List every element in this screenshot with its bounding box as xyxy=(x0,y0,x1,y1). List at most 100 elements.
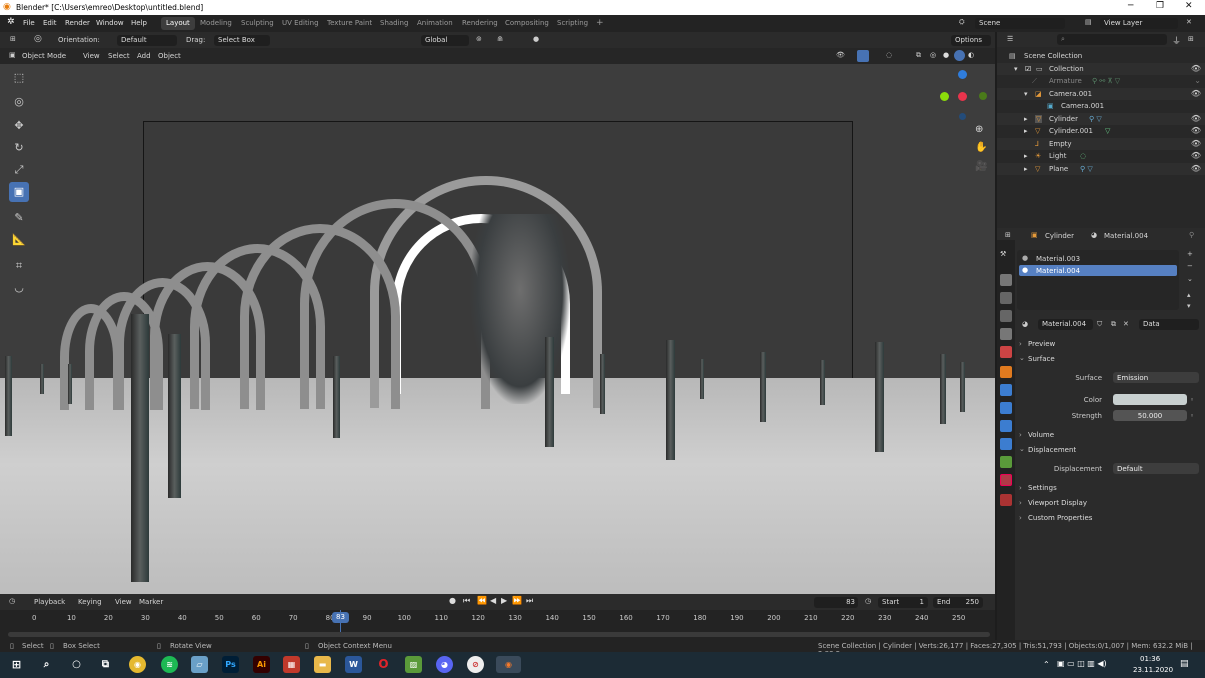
outliner-row-light[interactable]: ▸ ☀ Light ◌ 👁 xyxy=(997,150,1205,163)
app-grid-icon[interactable]: ▦ xyxy=(283,656,300,673)
orientation-dropdown[interactable]: Default xyxy=(117,35,177,46)
move-slot-down-icon[interactable]: ▾ xyxy=(1187,302,1191,310)
transform-tool-icon[interactable]: ▣ xyxy=(9,182,29,202)
options-dropdown[interactable]: Options xyxy=(951,35,991,46)
custom-properties-chevron-icon[interactable]: › xyxy=(1019,514,1022,522)
select-tool-icon[interactable]: ⬚ xyxy=(9,68,29,88)
neg-x-axis-icon[interactable] xyxy=(979,92,987,100)
view-layer-selector[interactable]: View Layer xyxy=(1100,18,1178,29)
outliner-editor-icon[interactable]: ☰ xyxy=(1007,35,1013,43)
scene-tab-icon[interactable] xyxy=(1000,328,1012,340)
word-icon[interactable]: W xyxy=(345,656,362,673)
pan-hand-icon[interactable]: ✋ xyxy=(975,142,987,153)
volume-chevron-icon[interactable]: › xyxy=(1019,431,1022,439)
neg-z-axis-icon[interactable] xyxy=(959,113,966,120)
eye-icon[interactable]: 👁 xyxy=(1191,164,1201,173)
timeline[interactable]: ◷ Playback Keying View Marker ● ⏮ ⏪ ◀ ▶ … xyxy=(0,594,995,640)
expand-chevron-icon[interactable]: ⌄ xyxy=(1194,76,1201,85)
outliner-row-plane[interactable]: ▸ ▽ Plane ⚲ ▽ 👁 xyxy=(997,162,1205,175)
slot-menu-icon[interactable]: ⌄ xyxy=(1187,275,1193,283)
texture-tab-icon[interactable] xyxy=(1000,494,1012,506)
camera-view-icon[interactable]: 🎥 xyxy=(975,161,987,172)
expand-icon[interactable]: ▾ xyxy=(1024,90,1028,98)
viewport-display-chevron-icon[interactable]: › xyxy=(1019,499,1022,507)
remove-slot-icon[interactable]: − xyxy=(1187,262,1193,270)
visibility-icon[interactable]: 👁 xyxy=(836,51,845,59)
tab-shading[interactable]: Shading xyxy=(375,17,413,30)
add-slot-icon[interactable]: + xyxy=(1187,250,1193,258)
outliner-search[interactable]: ⌕ xyxy=(1057,34,1167,45)
cortana-icon[interactable]: ○ xyxy=(68,656,85,673)
search-icon[interactable]: ⌕ xyxy=(38,656,55,673)
material-shading-icon[interactable] xyxy=(954,50,965,61)
rotate-tool-icon[interactable]: ↻ xyxy=(9,138,29,158)
drag-dropdown[interactable]: Select Box xyxy=(214,35,270,46)
navigation-gizmo[interactable] xyxy=(939,70,989,120)
unlink-icon[interactable]: ✕ xyxy=(1123,320,1129,328)
pin-icon[interactable]: ⚲ xyxy=(1189,231,1194,239)
volume-section[interactable]: Volume xyxy=(1028,431,1054,439)
z-axis-icon[interactable] xyxy=(958,70,967,79)
material-slot-row-active[interactable]: ● Material.004 xyxy=(1019,265,1177,276)
properties-editor[interactable]: ⊞ ▣ Cylinder ◕ Material.004 ⚲ ⚒ ● Materi… xyxy=(997,228,1205,640)
outliner-row-camera-data[interactable]: ▣ Camera.001 xyxy=(997,100,1205,113)
timeline-scrollbar[interactable] xyxy=(8,632,990,637)
new-collection-icon[interactable]: ⊞ xyxy=(1188,35,1194,43)
duplicate-icon[interactable]: ⧉ xyxy=(1111,320,1116,329)
app-circle-icon[interactable]: ⊘ xyxy=(467,656,484,673)
opera-icon[interactable]: O xyxy=(375,656,392,673)
scale-tool-icon[interactable]: ⤢ xyxy=(9,160,29,180)
active-tool-icon[interactable]: ◎ xyxy=(34,34,42,44)
output-tab-icon[interactable] xyxy=(1000,292,1012,304)
menu-help[interactable]: Help xyxy=(131,19,147,27)
surface-section[interactable]: Surface xyxy=(1028,355,1055,363)
strength-field[interactable]: 50.000 xyxy=(1113,410,1187,421)
add-cube-tool-icon[interactable]: ⌗ xyxy=(9,256,29,276)
illustrator-icon[interactable]: Ai xyxy=(253,656,270,673)
viewport-menu-select[interactable]: Select xyxy=(108,52,130,60)
surface-shader-field[interactable]: Emission xyxy=(1113,372,1199,383)
world-tab-icon[interactable] xyxy=(1000,346,1012,358)
move-tool-icon[interactable]: ✥ xyxy=(9,116,29,136)
pivot-point-icon[interactable]: ⊚ xyxy=(476,35,482,43)
add-workspace-button[interactable]: + xyxy=(591,16,609,29)
viewport-display-section[interactable]: Viewport Display xyxy=(1028,499,1087,507)
wireframe-shading-icon[interactable]: ◎ xyxy=(930,51,936,59)
maximize-button[interactable]: ❐ xyxy=(1156,1,1164,11)
tab-layout[interactable]: Layout xyxy=(161,17,195,30)
fake-user-icon[interactable]: ⛉ xyxy=(1097,320,1102,329)
constraints-tab-icon[interactable] xyxy=(1000,438,1012,450)
eye-icon[interactable]: 👁 xyxy=(1191,139,1201,148)
zoom-icon[interactable]: ⊕ xyxy=(975,124,983,135)
tab-rendering[interactable]: Rendering xyxy=(457,17,503,30)
color-link-icon[interactable]: ◦ xyxy=(1190,396,1194,404)
material-tab-icon[interactable] xyxy=(1000,474,1012,486)
annotate-tool-icon[interactable]: ✎ xyxy=(9,208,29,228)
tray-chevron-icon[interactable]: ⌃ xyxy=(1043,660,1050,669)
eye-icon[interactable]: 👁 xyxy=(1191,151,1201,160)
physics-tab-icon[interactable] xyxy=(1000,420,1012,432)
strength-link-icon[interactable]: ◦ xyxy=(1190,412,1194,420)
outliner-row-cylinder[interactable]: ▸ ▽ Cylinder ⚲ ▽ 👁 xyxy=(997,112,1205,125)
overlay-icon[interactable]: ◌ xyxy=(886,51,892,59)
eye-icon[interactable]: 👁 xyxy=(1191,126,1201,135)
outliner-row-camera[interactable]: ▾ ◪ Camera.001 👁 xyxy=(997,87,1205,100)
outliner-row-armature[interactable]: ⟋ Armature ⚲ ⚯ ⊼ ▽ ⌄ xyxy=(997,75,1205,88)
material-slot-row[interactable]: ● Material.003 xyxy=(1019,253,1177,264)
windows-start-icon[interactable]: ⊞ xyxy=(8,656,25,673)
tab-texture-paint[interactable]: Texture Paint xyxy=(322,17,377,30)
discord-icon[interactable]: ◕ xyxy=(436,656,453,673)
measure-tool-icon[interactable]: 📐 xyxy=(9,230,29,250)
material-slot-list[interactable]: ● Material.003 ● Material.004 xyxy=(1017,250,1179,310)
outliner-row-scene-collection[interactable]: ▤ Scene Collection xyxy=(997,50,1205,63)
surface-chevron-icon[interactable]: ⌄ xyxy=(1019,354,1025,362)
cursor-tool-icon[interactable]: ◎ xyxy=(9,92,29,112)
properties-editor-icon[interactable]: ⊞ xyxy=(1005,231,1011,239)
expand-icon[interactable]: ▾ xyxy=(1014,65,1018,73)
settings-chevron-icon[interactable]: › xyxy=(1019,484,1022,492)
tab-uv-editing[interactable]: UV Editing xyxy=(277,17,324,30)
link-dropdown[interactable]: Data xyxy=(1139,319,1199,330)
transform-orientation-dropdown[interactable]: Global xyxy=(421,35,469,46)
scene-selector[interactable]: Scene xyxy=(975,18,1065,29)
gizmo-toggle-icon[interactable] xyxy=(857,50,869,62)
